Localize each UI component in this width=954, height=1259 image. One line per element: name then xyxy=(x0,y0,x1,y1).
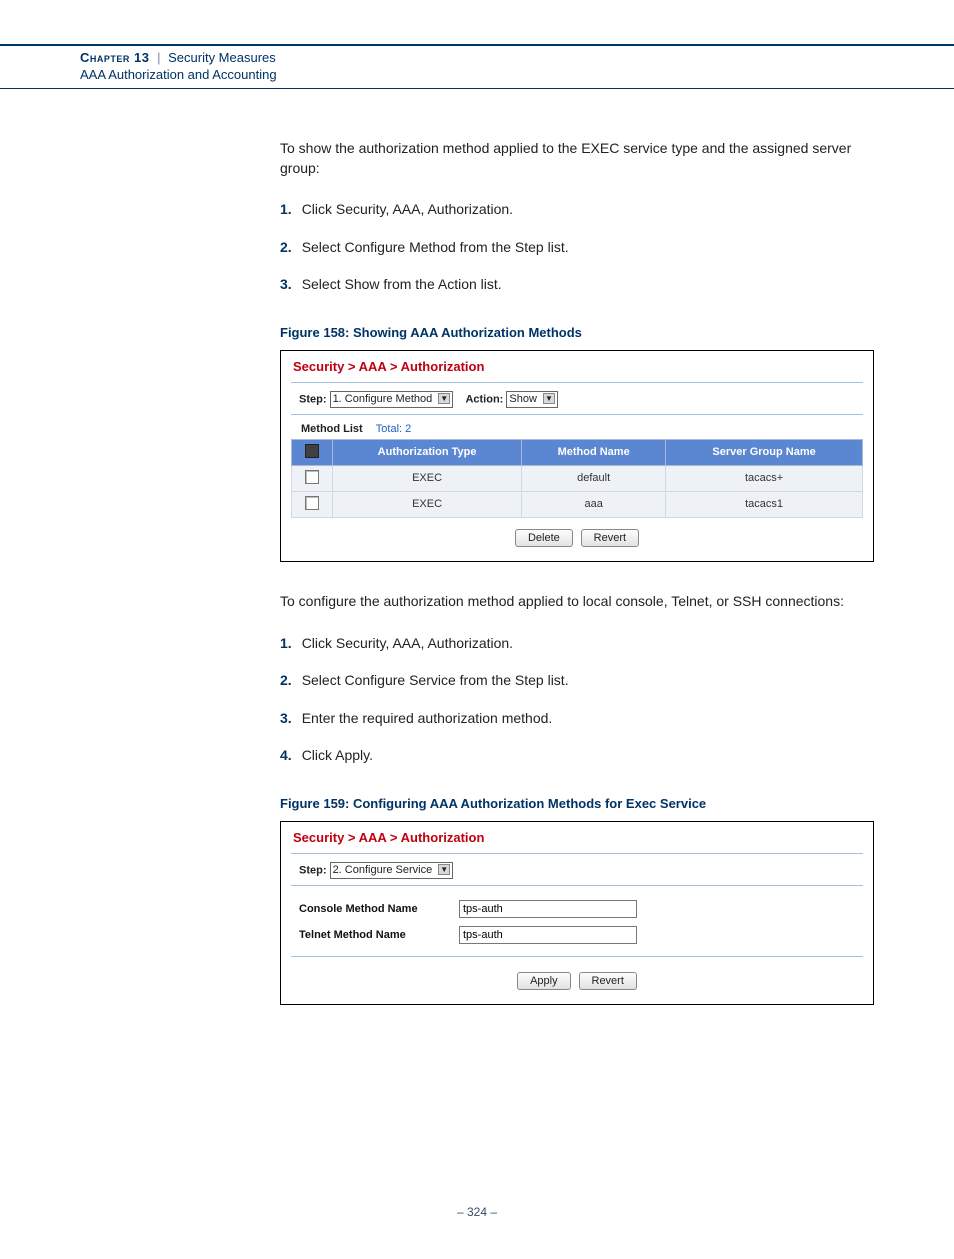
steps-list-1: 1.Click Security, AAA, Authorization. 2.… xyxy=(280,200,874,295)
telnet-method-input[interactable] xyxy=(459,926,637,944)
col-auth-type: Authorization Type xyxy=(333,439,522,465)
figure-158-caption: Figure 158: Showing AAA Authorization Me… xyxy=(280,325,874,340)
method-list-total: Total: 2 xyxy=(366,423,411,435)
step-select-value: 1. Configure Method xyxy=(333,393,433,405)
checkbox-icon xyxy=(305,496,319,510)
cell-method-name: default xyxy=(522,465,666,491)
table-row: EXEC aaa tacacs1 xyxy=(292,491,863,517)
breadcrumb: Security > AAA > Authorization xyxy=(291,828,863,853)
header-separator: | xyxy=(153,50,164,65)
action-label: Action: xyxy=(465,393,503,405)
select-all-header[interactable] xyxy=(292,439,333,465)
row-checkbox[interactable] xyxy=(292,465,333,491)
cell-auth-type: EXEC xyxy=(333,465,522,491)
breadcrumb: Security > AAA > Authorization xyxy=(291,357,863,382)
figure-159-caption: Figure 159: Configuring AAA Authorizatio… xyxy=(280,796,874,811)
action-select-value: Show xyxy=(509,393,537,405)
cell-auth-type: EXEC xyxy=(333,491,522,517)
step-select[interactable]: 2. Configure Service ▼ xyxy=(330,862,454,879)
chevron-down-icon: ▼ xyxy=(543,393,555,404)
cell-method-name: aaa xyxy=(522,491,666,517)
revert-button[interactable]: Revert xyxy=(581,529,639,547)
intro-paragraph-1: To show the authorization method applied… xyxy=(280,139,874,178)
figure-159: Security > AAA > Authorization Step: 2. … xyxy=(280,821,874,1005)
telnet-method-label: Telnet Method Name xyxy=(299,929,459,941)
revert-button[interactable]: Revert xyxy=(579,972,637,990)
page-number: – 324 – xyxy=(0,1205,954,1259)
chevron-down-icon: ▼ xyxy=(438,864,450,875)
delete-button[interactable]: Delete xyxy=(515,529,573,547)
action-select[interactable]: Show ▼ xyxy=(506,391,558,408)
cell-server-group: tacacs1 xyxy=(666,491,863,517)
col-method-name: Method Name xyxy=(522,439,666,465)
step-select[interactable]: 1. Configure Method ▼ xyxy=(330,391,454,408)
step-text: Click Security, AAA, Authorization. xyxy=(302,635,513,651)
col-server-group: Server Group Name xyxy=(666,439,863,465)
console-method-input[interactable] xyxy=(459,900,637,918)
step-text: Enter the required authorization method. xyxy=(302,710,553,726)
step-text: Select Configure Method from the Step li… xyxy=(302,239,569,255)
figure-158: Security > AAA > Authorization Step: 1. … xyxy=(280,350,874,562)
step-text: Click Security, AAA, Authorization. xyxy=(302,201,513,217)
step-label: Step: xyxy=(299,864,327,876)
subsection-title: AAA Authorization and Accounting xyxy=(80,67,874,82)
step-text: Select Show from the Action list. xyxy=(302,276,502,292)
checkbox-icon xyxy=(305,444,319,458)
cell-server-group: tacacs+ xyxy=(666,465,863,491)
apply-button[interactable]: Apply xyxy=(517,972,571,990)
row-checkbox[interactable] xyxy=(292,491,333,517)
checkbox-icon xyxy=(305,470,319,484)
step-text: Select Configure Service from the Step l… xyxy=(302,672,569,688)
method-list-label: Method List xyxy=(301,423,363,435)
page-header: Chapter 13 | Security Measures AAA Autho… xyxy=(0,46,954,89)
section-title: Security Measures xyxy=(168,50,276,65)
chapter-label: Chapter 13 xyxy=(80,50,149,65)
intro-paragraph-2: To configure the authorization method ap… xyxy=(280,592,874,612)
table-row: EXEC default tacacs+ xyxy=(292,465,863,491)
console-method-label: Console Method Name xyxy=(299,903,459,915)
step-text: Click Apply. xyxy=(302,747,373,763)
method-table: Authorization Type Method Name Server Gr… xyxy=(291,439,863,518)
step-select-value: 2. Configure Service xyxy=(333,864,433,876)
chevron-down-icon: ▼ xyxy=(438,393,450,404)
step-label: Step: xyxy=(299,393,327,405)
steps-list-2: 1.Click Security, AAA, Authorization. 2.… xyxy=(280,634,874,766)
